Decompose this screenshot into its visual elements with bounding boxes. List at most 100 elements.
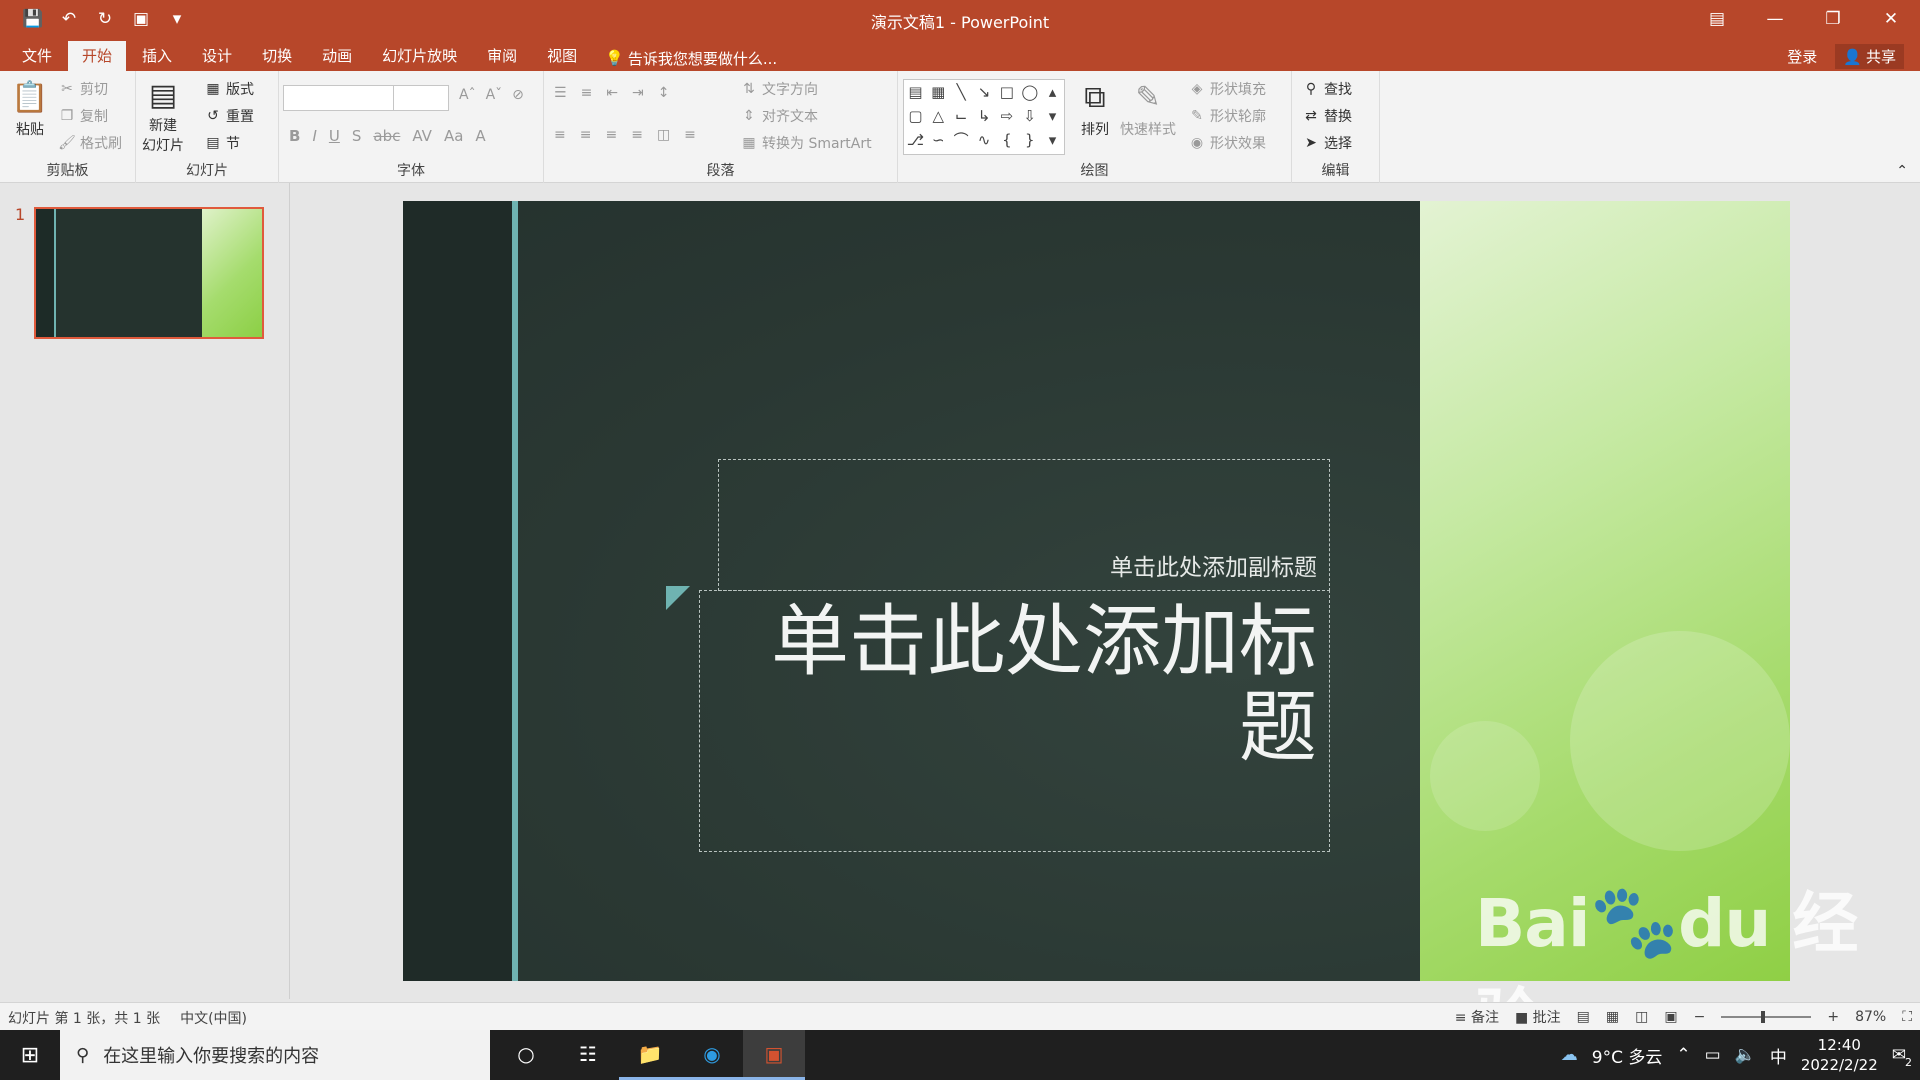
tab-home[interactable]: 开始 <box>68 41 127 71</box>
tab-transitions[interactable]: 切换 <box>248 41 306 71</box>
char-spacing-icon[interactable]: AV <box>412 127 432 145</box>
line-shape-icon[interactable]: ╲ <box>950 80 973 104</box>
weather-text[interactable]: 9°C 多云 <box>1592 1043 1663 1068</box>
comments-button[interactable]: ■ 批注 <box>1515 1007 1561 1027</box>
elbow-arrow-icon[interactable]: ↳ <box>973 104 996 128</box>
triangle-shape-icon[interactable]: △ <box>927 104 950 128</box>
cortana-icon[interactable]: ○ <box>495 1030 557 1080</box>
numbering-icon[interactable]: ≡ <box>581 85 593 101</box>
notes-button[interactable]: ≡ 备注 <box>1455 1007 1499 1027</box>
notification-center-icon[interactable]: ✉ 2 <box>1892 1045 1912 1069</box>
increase-indent-icon[interactable]: ⇥ <box>632 85 644 101</box>
down-arrow-shape-icon[interactable]: ⇩ <box>1018 104 1041 128</box>
reading-view-icon[interactable]: ◫ <box>1635 1009 1648 1025</box>
underline-icon[interactable]: U <box>329 127 340 145</box>
columns-icon[interactable]: ◫ <box>657 127 670 143</box>
slide-sorter-icon[interactable]: ▦ <box>1606 1009 1619 1025</box>
left-brace-icon[interactable]: { <box>995 128 1018 152</box>
close-icon[interactable]: ✕ <box>1862 0 1920 38</box>
file-explorer-icon[interactable]: 📁 <box>619 1030 681 1080</box>
right-brace-icon[interactable]: } <box>1018 128 1041 152</box>
shape-fill-button[interactable]: ◈ 形状填充 <box>1188 79 1266 99</box>
replace-button[interactable]: ⇄ 替换 <box>1302 106 1352 126</box>
format-painter-button[interactable]: 🖌 格式刷 <box>58 133 122 153</box>
clock[interactable]: 12:40 2022/2/22 <box>1801 1035 1878 1075</box>
align-text-button[interactable]: ⇕ 对齐文本 <box>740 106 818 126</box>
rectangle-shape-icon[interactable]: □ <box>995 80 1018 104</box>
shape-outline-button[interactable]: ✎ 形状轮廓 <box>1188 106 1266 126</box>
shadow-icon[interactable]: S <box>352 127 362 145</box>
gallery-scroll-down-icon[interactable]: ▾ <box>1041 104 1064 128</box>
font-color-icon[interactable]: A <box>475 127 485 145</box>
arrow-line-icon[interactable]: ↘ <box>973 80 996 104</box>
shapes-gallery[interactable]: ▤ ▦ ╲ ↘ □ ◯ ▴ ▢ △ ⌙ ↳ ⇨ ⇩ ▾ ⎇ ∽ ⌒ ∿ { } … <box>903 79 1065 155</box>
share-button[interactable]: 👤 共享 <box>1835 44 1904 69</box>
change-case-icon[interactable]: Aa <box>444 127 463 145</box>
minimize-icon[interactable]: — <box>1746 0 1804 38</box>
gallery-more-icon[interactable]: ▾ <box>1041 128 1064 152</box>
quick-styles-button[interactable]: ✎ 快速样式 <box>1120 77 1176 139</box>
reset-button[interactable]: ↺ 重置 <box>204 106 254 126</box>
line-spacing-icon[interactable]: ↕ <box>658 85 670 101</box>
language-status[interactable]: 中文(中国) <box>180 1008 247 1028</box>
tab-file[interactable]: 文件 <box>8 41 66 71</box>
tray-expand-icon[interactable]: ⌃ <box>1676 1045 1690 1065</box>
cut-button[interactable]: ✂ 剪切 <box>58 79 108 99</box>
task-view-icon[interactable]: ☷ <box>557 1030 619 1080</box>
volume-icon[interactable]: 🔈 <box>1735 1045 1756 1065</box>
normal-view-icon[interactable]: ▤ <box>1577 1009 1590 1025</box>
bullets-icon[interactable]: ☰ <box>554 85 567 101</box>
font-name-box[interactable] <box>283 85 395 111</box>
paste-button[interactable]: 📋 粘贴 <box>10 77 50 139</box>
grow-font-icon[interactable]: Aˆ <box>459 87 476 103</box>
justify-icon[interactable]: ≡ <box>631 127 643 143</box>
right-arrow-shape-icon[interactable]: ⇨ <box>995 104 1018 128</box>
shrink-font-icon[interactable]: Aˇ <box>486 87 503 103</box>
tab-review[interactable]: 审阅 <box>473 41 531 71</box>
elbow-connector-icon[interactable]: ⌙ <box>950 104 973 128</box>
find-button[interactable]: ⚲ 查找 <box>1302 79 1352 99</box>
tab-animations[interactable]: 动画 <box>308 41 366 71</box>
smartart-button[interactable]: ▦ 转换为 SmartArt <box>740 133 871 153</box>
subtitle-placeholder[interactable]: 单击此处添加副标题 <box>718 459 1330 591</box>
zoom-slider[interactable] <box>1721 1011 1812 1023</box>
ribbon-display-options-icon[interactable]: ▤ <box>1688 0 1746 38</box>
sign-in-link[interactable]: 登录 <box>1787 46 1817 67</box>
title-placeholder[interactable]: 单击此处添加标题 <box>699 590 1330 852</box>
select-button[interactable]: ➤ 选择 <box>1302 133 1352 153</box>
curve-shape-icon[interactable]: ∿ <box>973 128 996 152</box>
restore-icon[interactable]: ❐ <box>1804 0 1862 38</box>
collapse-ribbon-icon[interactable]: ⌃ <box>1896 163 1908 179</box>
text-direction-button[interactable]: ⇅ 文字方向 <box>740 79 818 99</box>
fit-to-window-icon[interactable]: ⛶ <box>1902 1009 1912 1025</box>
weather-icon[interactable]: ☁ <box>1561 1045 1578 1065</box>
textbox-shape-icon[interactable]: ▤ <box>904 80 927 104</box>
font-size-box[interactable] <box>393 85 449 111</box>
rounded-rect-icon[interactable]: ▢ <box>904 104 927 128</box>
windows-start-icon[interactable]: ⊞ <box>0 1030 60 1080</box>
tab-slideshow[interactable]: 幻灯片放映 <box>368 41 471 71</box>
slideshow-view-icon[interactable]: ▣ <box>1664 1009 1677 1025</box>
battery-icon[interactable]: ▭ <box>1705 1045 1721 1065</box>
clear-format-icon[interactable]: ⊘ <box>512 87 524 103</box>
zoom-level[interactable]: 87% <box>1855 1009 1886 1025</box>
scribble-shape-icon[interactable]: ∽ <box>927 128 950 152</box>
italic-icon[interactable]: I <box>312 127 316 145</box>
ime-indicator[interactable]: 中 <box>1770 1043 1787 1068</box>
vertical-textbox-icon[interactable]: ▦ <box>927 80 950 104</box>
layout-button[interactable]: ▦ 版式 <box>204 79 254 99</box>
new-slide-button[interactable]: ▤ 新建 幻灯片 <box>142 75 184 155</box>
bold-icon[interactable]: B <box>289 127 300 145</box>
powerpoint-icon[interactable]: ▣ <box>743 1030 805 1080</box>
browser-icon[interactable]: ◉ <box>681 1030 743 1080</box>
arc-shape-icon[interactable]: ⌒ <box>950 128 973 152</box>
slide-thumbnail[interactable] <box>34 207 264 339</box>
distribute-icon[interactable]: ≡ <box>684 127 696 143</box>
tab-insert[interactable]: 插入 <box>128 41 186 71</box>
tell-me-search[interactable]: 💡 告诉我您想要做什么... <box>593 41 789 71</box>
strikethrough-icon[interactable]: abc <box>373 127 400 145</box>
gallery-scroll-up-icon[interactable]: ▴ <box>1041 80 1064 104</box>
freeform-shape-icon[interactable]: ⎇ <box>904 128 927 152</box>
slide-canvas[interactable]: 单击此处添加副标题 单击此处添加标题 <box>403 201 1790 981</box>
decrease-indent-icon[interactable]: ⇤ <box>606 85 618 101</box>
